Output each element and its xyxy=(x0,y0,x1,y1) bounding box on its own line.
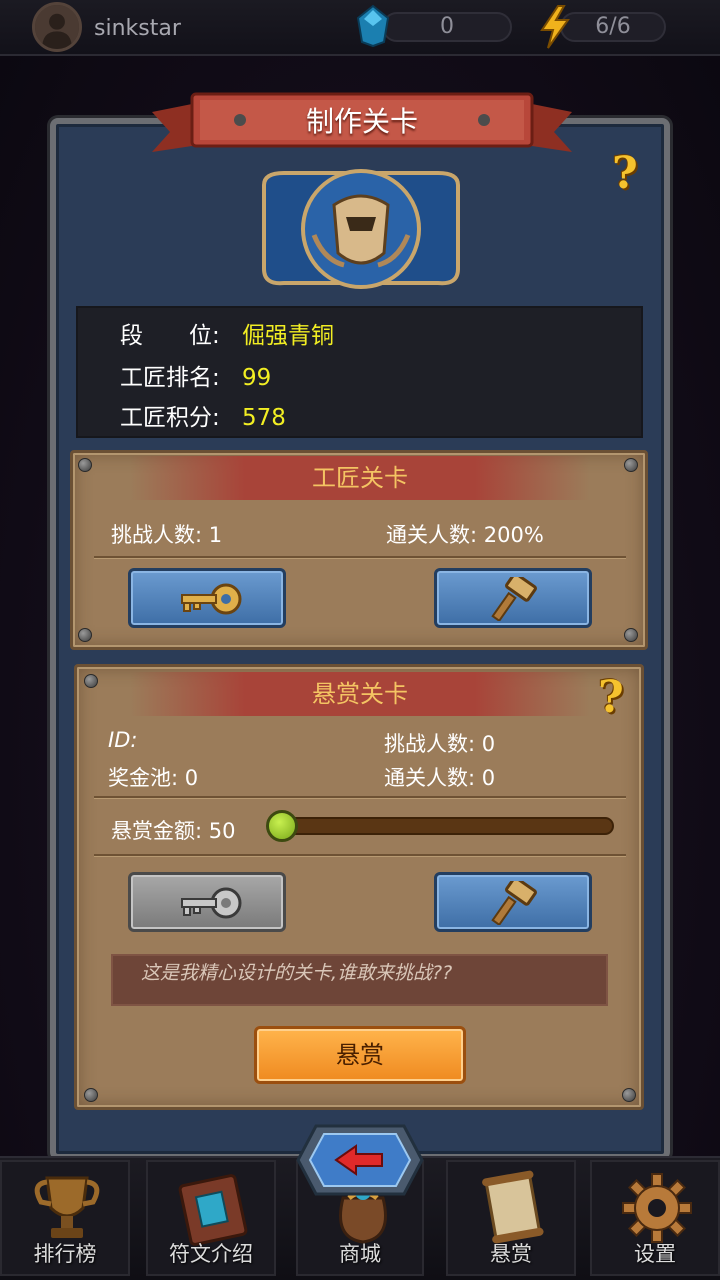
rivet xyxy=(78,628,92,642)
key-icon xyxy=(181,887,242,919)
nav-bounty[interactable]: 悬赏 xyxy=(446,1160,576,1276)
avatar[interactable] xyxy=(32,2,82,52)
energy-counter: 6/6 xyxy=(560,12,666,42)
rivet xyxy=(622,1088,636,1102)
rivet xyxy=(84,1088,98,1102)
craft-points-label: 工匠积分: xyxy=(120,405,220,431)
bounty-levels-header: 悬赏关卡 xyxy=(130,672,590,716)
bounty-amount-slider-knob[interactable] xyxy=(266,810,298,842)
divider xyxy=(94,796,626,798)
nav-bounty-label: 悬赏 xyxy=(490,1242,532,1266)
bronze-rank-emblem-icon xyxy=(254,169,468,289)
rivet xyxy=(84,674,98,688)
rank-label: 段 位: xyxy=(120,323,220,349)
bounty-clears: 通关人数: 0 xyxy=(384,766,496,790)
rank-row: 段 位: 倔强青铜 xyxy=(120,316,334,350)
bounty-hammer-button[interactable] xyxy=(434,872,592,932)
nav-rune-intro-label: 符文介绍 xyxy=(169,1242,253,1266)
rune-book-icon xyxy=(178,1174,248,1246)
craft-challengers: 挑战人数: 1 xyxy=(111,523,223,547)
bounty-amount-label: 悬赏金额: 50 xyxy=(111,819,236,843)
bounty-amount-slider-track[interactable] xyxy=(268,817,614,835)
bounty-key-button[interactable] xyxy=(128,872,286,932)
rivet xyxy=(624,628,638,642)
bounty-help-icon[interactable]: ? xyxy=(598,672,624,723)
craft-rank-value: 99 xyxy=(242,365,272,391)
craft-rank-label: 工匠排名: xyxy=(120,365,220,391)
rivet xyxy=(78,458,92,472)
divider xyxy=(94,854,626,856)
craft-hammer-button[interactable] xyxy=(434,568,592,628)
hammer-icon xyxy=(491,577,537,621)
back-button[interactable] xyxy=(296,1122,424,1198)
nav-settings-label: 设置 xyxy=(634,1242,676,1266)
craft-points-row: 工匠积分: 578 xyxy=(120,398,286,432)
gem-counter: 0 xyxy=(382,12,512,42)
divider xyxy=(94,556,626,558)
nav-rune-intro[interactable]: 符文介绍 xyxy=(146,1160,276,1276)
help-icon[interactable]: ? xyxy=(612,148,638,199)
craft-key-button[interactable] xyxy=(128,568,286,628)
user-silhouette-icon xyxy=(35,5,79,49)
key-icon xyxy=(181,583,242,615)
panel-title: 制作关卡 xyxy=(305,105,418,138)
craft-clear-rate: 通关人数: 200% xyxy=(386,523,544,547)
scroll-icon xyxy=(482,1170,544,1244)
bounty-message-field[interactable]: 这是我精心设计的关卡,谁敢来挑战?? xyxy=(111,954,608,1006)
bounty-prize-pool: 奖金池: 0 xyxy=(108,766,199,790)
craft-points-value: 578 xyxy=(242,405,286,431)
bounty-challengers: 挑战人数: 0 xyxy=(384,732,496,756)
nav-settings[interactable]: 设置 xyxy=(590,1160,720,1276)
bounty-id-label: ID: xyxy=(108,728,138,752)
nav-leaderboard[interactable]: 排行榜 xyxy=(0,1160,130,1276)
craft-levels-header: 工匠关卡 xyxy=(130,456,590,500)
bounty-message-text: 这是我精心设计的关卡,谁敢来挑战?? xyxy=(141,962,453,984)
hammer-icon xyxy=(491,881,537,925)
post-bounty-button[interactable]: 悬赏 xyxy=(254,1026,466,1084)
gem-icon xyxy=(356,4,390,48)
rank-value: 倔强青铜 xyxy=(242,323,334,349)
craft-rank-row: 工匠排名: 99 xyxy=(120,358,271,392)
trophy-icon xyxy=(34,1176,100,1238)
nav-leaderboard-label: 排行榜 xyxy=(33,1242,97,1266)
gear-icon xyxy=(622,1173,692,1243)
rivet xyxy=(624,458,638,472)
lightning-icon xyxy=(540,5,570,49)
username: sinkstar xyxy=(94,16,181,41)
nav-shop-label: 商城 xyxy=(339,1242,381,1266)
